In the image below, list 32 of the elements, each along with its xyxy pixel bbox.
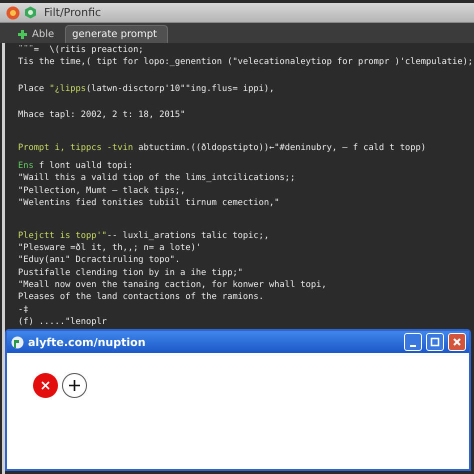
code-line: Plejctt is topp'"-- luxli_arations talic topic;, (18, 230, 270, 242)
code-line: ¨¨¨= \(ritis preaction; (18, 44, 145, 56)
code-line: -‡ (18, 304, 30, 316)
code-line: Place "¿lipps(latwn-disctorp'10""ing.flus= ippi), (18, 82, 276, 96)
minimize-icon (410, 344, 416, 346)
remove-button[interactable] (33, 373, 58, 398)
code-line: Mhace tapl: 2002, 2 t: 18, 2015" (18, 109, 186, 122)
plus-icon (68, 379, 81, 392)
code-line: Prompt i, tippcs -tvin abtuctimn.((ðldopstipto))←"#deninubry, – f cald t topp) (18, 142, 427, 154)
code-line: Ens f lont ualld topi: (18, 160, 134, 172)
dialog-title: alyfte.com/nuption (28, 336, 147, 348)
close-icon (40, 380, 51, 391)
code-line: Pleases of the land contactions of the ramions. (18, 291, 265, 304)
app-icon (6, 6, 20, 20)
maximize-button[interactable] (426, 333, 444, 351)
code-line: "Waill this a valid tiop of the lims_intcilications;; (18, 172, 296, 185)
hexagon-icon (24, 6, 37, 19)
code-line: "Meall now oven the tanaing caction, for konwer whall topi, (18, 279, 328, 292)
code-line: Pustifalle clending tion by in a ihe tipp;" (18, 266, 244, 280)
add-button[interactable] (62, 373, 87, 398)
code-line: "Plesware =ðl it, th,,; n= a lote)' (18, 242, 202, 254)
close-button[interactable] (448, 333, 466, 351)
code-line: "Pellection, Mumt – tlack tips;, (18, 184, 186, 198)
maximize-icon (430, 337, 440, 347)
tab[interactable]: generate prompt (65, 25, 168, 43)
code-line: (f) ....."lenoplr (18, 316, 108, 329)
code-line: "Eduy(anı" Dcractiruling topo". (18, 254, 182, 267)
window-title: Filt/Pronfic (44, 6, 102, 19)
code-line: Tis the time,( tipt for lopo:_genention ("velecationaleytiop for prompr )'clempulatie); (18, 56, 474, 69)
code-line: "Welentins fied tonities tubiil tirnum cemection," (18, 197, 281, 210)
close-icon (452, 337, 462, 347)
minimize-button[interactable] (404, 333, 422, 351)
